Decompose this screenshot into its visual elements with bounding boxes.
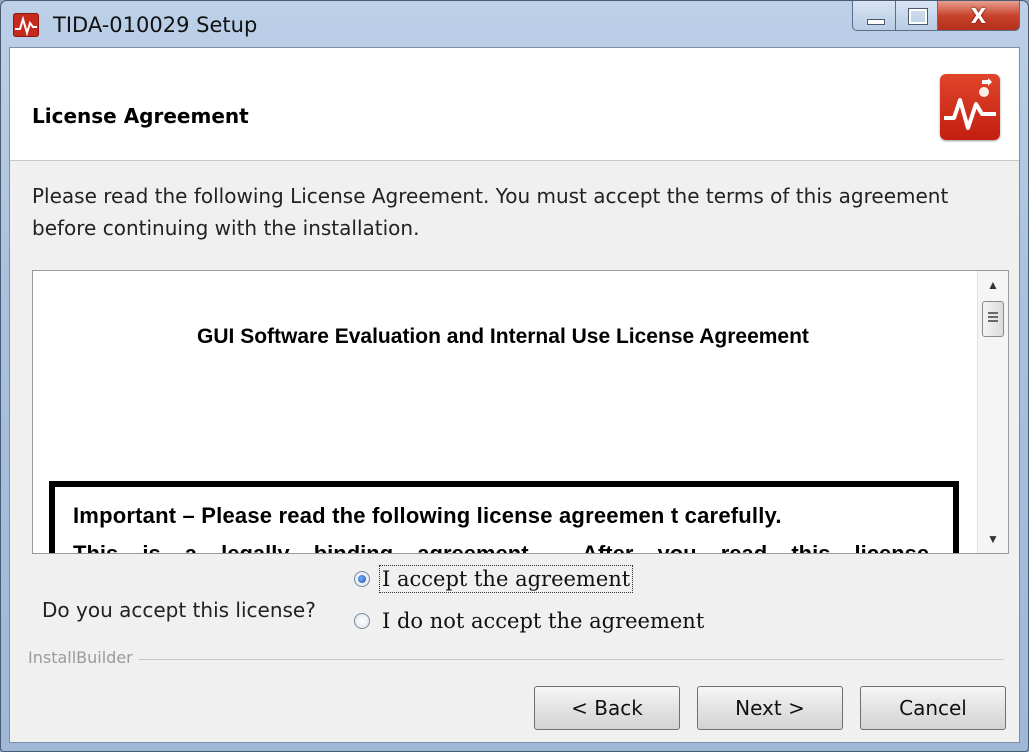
back-button[interactable]: < Back	[534, 686, 680, 730]
page-title: License Agreement	[32, 104, 249, 128]
radio-selected-icon[interactable]	[354, 571, 370, 587]
installbuilder-brand: InstallBuilder	[28, 648, 139, 667]
caption-buttons: X	[852, 1, 1020, 31]
radio-decline-label[interactable]: I do not accept the agreement	[380, 608, 706, 634]
app-icon	[13, 13, 39, 37]
vertical-scrollbar[interactable]: ▲ ▼	[977, 271, 1008, 553]
dialog-client: License Agreement Please read the follow…	[9, 47, 1020, 743]
radio-accept[interactable]: I accept the agreement	[354, 565, 634, 593]
important-notice-line: This is a legally binding agreement . Af…	[73, 541, 930, 554]
window-title: TIDA-010029 Setup	[53, 13, 258, 37]
scroll-down-icon[interactable]: ▼	[978, 525, 1008, 553]
license-heading: GUI Software Evaluation and Internal Use…	[197, 325, 809, 348]
license-text-area[interactable]: GUI Software Evaluation and Internal Use…	[32, 270, 1009, 554]
accept-question-label: Do you accept this license?	[42, 598, 316, 622]
important-notice-line: Important – Please read the following li…	[73, 503, 782, 528]
radio-accept-label[interactable]: I accept the agreement	[378, 565, 634, 593]
scroll-thumb[interactable]	[982, 301, 1004, 337]
page-header: License Agreement	[10, 48, 1019, 161]
radio-decline[interactable]: I do not accept the agreement	[354, 608, 706, 634]
title-bar[interactable]: TIDA-010029 Setup X	[1, 1, 1028, 47]
cancel-button[interactable]: Cancel	[860, 686, 1006, 730]
ti-logo-waveform-icon	[940, 74, 1000, 140]
maximize-button[interactable]	[896, 1, 938, 31]
setup-window: TIDA-010029 Setup X License Agreement Pl…	[0, 0, 1029, 752]
important-notice-box: Important – Please read the following li…	[49, 481, 959, 554]
scroll-up-icon[interactable]: ▲	[978, 271, 1008, 299]
next-button[interactable]: Next >	[697, 686, 843, 730]
close-button[interactable]: X	[938, 1, 1020, 31]
footer-divider	[28, 659, 1004, 660]
radio-unselected-icon[interactable]	[354, 613, 370, 629]
intro-text: Please read the following License Agreem…	[32, 184, 949, 240]
close-icon: X	[970, 4, 987, 28]
minimize-button[interactable]	[852, 1, 896, 31]
